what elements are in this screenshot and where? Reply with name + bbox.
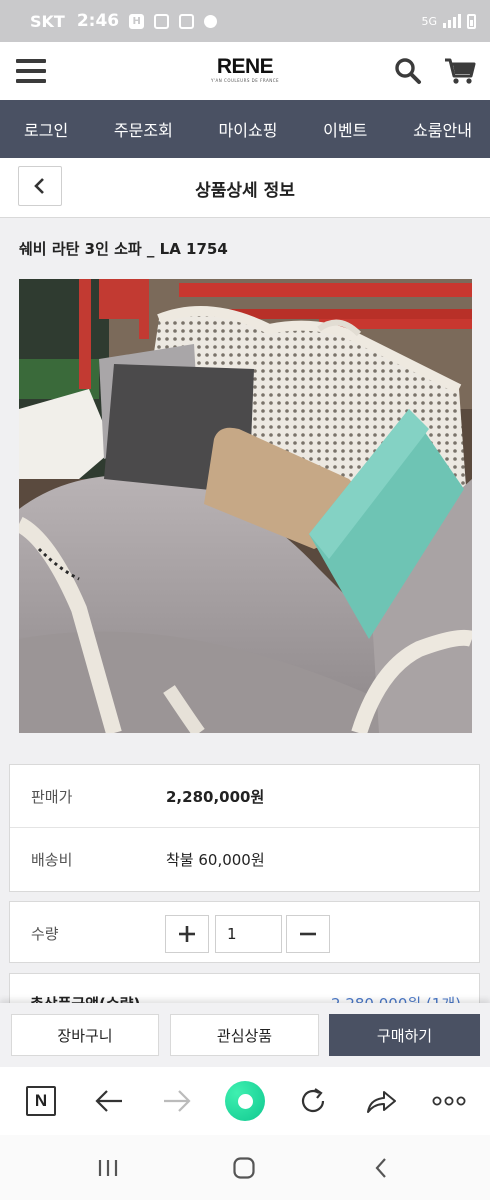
system-back-button[interactable]: [366, 1155, 396, 1181]
menu-icon[interactable]: [16, 59, 46, 83]
nav-login[interactable]: 로그인: [24, 117, 68, 141]
share-icon: [367, 1091, 396, 1113]
more-icon: [432, 1096, 466, 1106]
cart-icon[interactable]: [444, 57, 476, 85]
nav-events[interactable]: 이벤트: [323, 117, 367, 141]
notification-h-icon: H: [129, 13, 145, 29]
browser-toolbar: N: [0, 1067, 490, 1135]
search-icon[interactable]: [394, 57, 422, 85]
naver-icon: N: [26, 1086, 56, 1116]
page-title: 상품상세 정보: [195, 181, 295, 201]
nav-showroom[interactable]: 쇼룸안내: [413, 117, 472, 141]
price-row: 판매가 2,280,000원: [10, 765, 479, 828]
nav-order-lookup[interactable]: 주문조회: [114, 117, 173, 141]
home-square-icon: [233, 1157, 255, 1179]
chat-icon: [204, 14, 218, 28]
price-value: 2,280,000원: [166, 787, 265, 806]
shipping-value: 착불 60,000원: [166, 851, 265, 869]
home-icon: [225, 1081, 265, 1121]
instagram-icon: [154, 13, 170, 29]
purchase-action-bar: 장바구니 관심상품 구매하기: [0, 1003, 490, 1067]
main-nav: 로그인 주문조회 마이쇼핑 이벤트 쇼룸안내: [0, 100, 490, 158]
arrow-right-icon: [164, 1090, 191, 1112]
product-name: 쉐비 라탄 3인 소파 _ LA 1754: [19, 240, 228, 258]
reload-icon: [301, 1088, 325, 1113]
add-to-cart-button[interactable]: 장바구니: [11, 1014, 159, 1056]
browser-back-button[interactable]: [89, 1081, 129, 1121]
quantity-input[interactable]: 1: [215, 915, 282, 953]
reload-button[interactable]: [293, 1081, 333, 1121]
back-button[interactable]: [18, 166, 62, 206]
shipping-row: 배송비 착불 60,000원: [10, 828, 479, 891]
quantity-increase-button[interactable]: [165, 915, 209, 953]
arrow-left-icon: [95, 1090, 122, 1112]
minus-icon: [300, 932, 316, 936]
status-bar: SKT 2:46 H 5G: [0, 0, 490, 42]
browser-home-button[interactable]: [225, 1081, 265, 1121]
system-nav-bar: [0, 1135, 490, 1200]
recent-apps-icon: [98, 1160, 118, 1176]
price-label: 판매가: [31, 787, 73, 806]
browser-forward-button[interactable]: [157, 1081, 197, 1121]
quantity-decrease-button[interactable]: [286, 915, 330, 953]
chevron-left-icon: [34, 178, 44, 194]
page-header: 상품상세 정보: [0, 158, 490, 218]
app-header: RENE Y'AN COULEURS DE FRANCE: [0, 42, 490, 100]
more-button[interactable]: [429, 1081, 469, 1121]
quantity-label: 수량: [31, 925, 59, 943]
carrier-label: SKT: [30, 11, 65, 31]
status-time: 2:46: [76, 11, 120, 31]
wishlist-button[interactable]: 관심상품: [170, 1014, 319, 1056]
shipping-label: 배송비: [31, 851, 73, 869]
quantity-box: 수량 1: [9, 901, 480, 963]
price-info-box: 판매가 2,280,000원 배송비 착불 60,000원: [9, 764, 480, 892]
back-chevron-icon: [375, 1158, 386, 1178]
network-type-label: 5G: [421, 14, 437, 28]
gallery-icon: [179, 13, 195, 29]
share-button[interactable]: [361, 1081, 401, 1121]
buy-now-button[interactable]: 구매하기: [329, 1014, 480, 1056]
nav-my-shopping[interactable]: 마이쇼핑: [219, 117, 278, 141]
naver-button[interactable]: N: [21, 1081, 61, 1121]
system-home-button[interactable]: [229, 1155, 259, 1181]
recent-apps-button[interactable]: [93, 1155, 123, 1181]
battery-icon: [467, 13, 476, 29]
plus-icon: [179, 926, 195, 942]
product-image[interactable]: [19, 279, 472, 733]
signal-icon: [443, 14, 461, 28]
